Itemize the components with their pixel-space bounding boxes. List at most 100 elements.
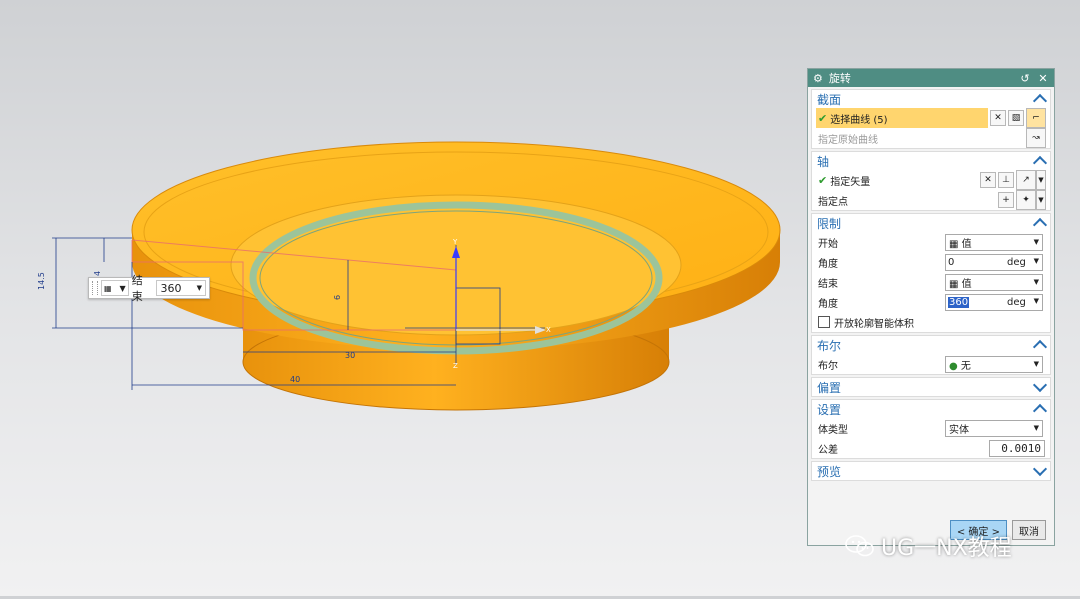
origin-curve-row[interactable]: 指定原始曲线 ↝ bbox=[812, 128, 1050, 148]
boolean-value: 无 bbox=[960, 360, 971, 372]
limits-header[interactable]: 限制 bbox=[812, 214, 1050, 233]
check-icon: ✔ bbox=[818, 111, 828, 125]
sketch-section-icon[interactable]: ▧ bbox=[1008, 110, 1024, 126]
point-dropdown[interactable]: ▼ bbox=[1036, 190, 1046, 210]
origin-curve-icon[interactable]: ↝ bbox=[1026, 128, 1046, 148]
chevron-up-icon[interactable] bbox=[1032, 93, 1048, 109]
select-curve-row[interactable]: ✔ 选择曲线 (5) bbox=[816, 108, 988, 128]
end-type-value: 值 bbox=[961, 278, 972, 290]
reverse-direction-icon[interactable]: ✕ bbox=[980, 172, 996, 188]
chevron-up-icon[interactable] bbox=[1032, 155, 1048, 171]
boolean-row: 布尔 ● 无 ▼ bbox=[812, 354, 1050, 374]
settings-title: 设置 bbox=[817, 402, 842, 417]
axis-title: 轴 bbox=[817, 154, 830, 169]
curve-rule-icon[interactable]: ✕ bbox=[990, 110, 1006, 126]
body-type-select[interactable]: 实体 ▼ bbox=[945, 419, 1043, 437]
section-header[interactable]: 截面 bbox=[812, 90, 1050, 109]
value-type-icon: ▦ bbox=[103, 283, 112, 293]
chevron-down-icon[interactable] bbox=[1032, 461, 1048, 477]
chevron-down-icon: ▼ bbox=[196, 284, 202, 292]
start-row: 开始 ▦ 值 ▼ bbox=[812, 232, 1050, 252]
end-angle-unit: deg bbox=[1007, 296, 1026, 308]
dim-height: 14.5 bbox=[37, 272, 46, 290]
start-angle-row: 角度 0 deg ▼ bbox=[812, 252, 1050, 272]
start-angle-unit: deg bbox=[1007, 256, 1026, 268]
origin-curve-label: 指定原始曲线 bbox=[818, 134, 878, 146]
tolerance-row: 公差 0.0010 bbox=[812, 438, 1050, 458]
watermark: UG一NX教程 bbox=[845, 530, 1012, 562]
chevron-down-icon[interactable]: ▼ bbox=[1034, 257, 1039, 268]
end-row: 结束 ▦ 值 ▼ bbox=[812, 272, 1050, 292]
chevron-down-icon[interactable]: ▼ bbox=[1034, 297, 1039, 308]
axis-label-y: Y bbox=[452, 238, 458, 246]
specify-vector-row[interactable]: ✔ 指定矢量 ✕ ⊥ ↗ ▼ bbox=[812, 170, 1050, 190]
axis-panel: 轴 ✔ 指定矢量 ✕ ⊥ ↗ ▼ 指定点 + ✦ ▼ bbox=[811, 151, 1051, 211]
offset-title: 偏置 bbox=[817, 380, 842, 395]
wechat-icon bbox=[845, 535, 874, 557]
end-value-field[interactable]: 360 ▼ bbox=[156, 280, 206, 296]
end-label: 结束 bbox=[131, 274, 143, 303]
boolean-select[interactable]: ● 无 ▼ bbox=[945, 355, 1043, 373]
reset-icon[interactable]: ↺ bbox=[1019, 72, 1031, 85]
drag-grip-icon[interactable] bbox=[92, 281, 98, 295]
check-icon: ✔ bbox=[818, 173, 828, 187]
end-type-select[interactable]: ▦ 值 ▼ bbox=[945, 273, 1043, 291]
value-type-icon: ▦ bbox=[949, 278, 959, 290]
body-type-row: 体类型 实体 ▼ bbox=[812, 418, 1050, 438]
onscreen-end-input[interactable]: ▦ ▼ 结束 360 ▼ bbox=[88, 274, 210, 303]
start-angle-field[interactable]: 0 deg ▼ bbox=[945, 253, 1043, 271]
axis-label-x: X bbox=[546, 326, 551, 334]
preview-title: 预览 bbox=[817, 464, 842, 479]
chevron-down-icon: ▼ bbox=[119, 283, 126, 293]
boolean-title: 布尔 bbox=[817, 338, 842, 353]
preview-header[interactable]: 预览 bbox=[812, 461, 1050, 480]
start-angle-value[interactable]: 0 bbox=[946, 257, 1004, 268]
dialog-titlebar[interactable]: ⚙ 旋转 ↺ ✕ bbox=[808, 69, 1054, 87]
vector-dialog-icon[interactable]: ⊥ bbox=[998, 172, 1014, 188]
start-type-select[interactable]: ▦ 值 ▼ bbox=[945, 233, 1043, 251]
chevron-down-icon: ▼ bbox=[1033, 238, 1039, 246]
select-curve-label: 选择曲线 (5) bbox=[830, 114, 888, 126]
body-type-value: 实体 bbox=[949, 424, 969, 436]
point-dialog-icon[interactable]: + bbox=[998, 192, 1014, 208]
curve-section-icon[interactable]: ⌐ bbox=[1026, 108, 1046, 128]
chevron-down-icon: ▼ bbox=[1033, 278, 1039, 286]
gear-icon: ⚙ bbox=[813, 71, 823, 85]
chevron-down-icon: ▼ bbox=[1033, 424, 1039, 432]
end-value: 360 bbox=[160, 281, 182, 295]
value-type-dropdown[interactable]: ▦ ▼ bbox=[100, 280, 129, 296]
vector-dropdown[interactable]: ▼ bbox=[1036, 170, 1046, 190]
dim-step: 4 bbox=[93, 271, 102, 276]
axis-header[interactable]: 轴 bbox=[812, 152, 1050, 171]
chevron-up-icon[interactable] bbox=[1032, 339, 1048, 355]
chevron-up-icon[interactable] bbox=[1032, 217, 1048, 233]
chevron-up-icon[interactable] bbox=[1032, 403, 1048, 419]
start-type-value: 值 bbox=[961, 238, 972, 250]
axis-label-z: Z bbox=[453, 362, 458, 370]
dim-depth: 6 bbox=[333, 295, 342, 300]
boolean-header[interactable]: 布尔 bbox=[812, 336, 1050, 355]
specify-point-row[interactable]: 指定点 + ✦ ▼ bbox=[812, 190, 1050, 210]
cancel-button[interactable]: 取消 bbox=[1012, 520, 1046, 540]
end-angle-value[interactable]: 360 bbox=[948, 296, 970, 308]
watermark-text: UG一NX教程 bbox=[881, 536, 1012, 561]
section-title: 截面 bbox=[817, 92, 842, 107]
section-panel: 截面 ✔ 选择曲线 (5) ✕ ▧ ⌐ 指定原始曲线 ↝ bbox=[811, 89, 1051, 149]
limits-title: 限制 bbox=[817, 216, 842, 231]
point-inferred-icon[interactable]: ✦ bbox=[1016, 190, 1036, 210]
offset-header[interactable]: 偏置 bbox=[812, 377, 1050, 396]
limits-panel: 限制 开始 ▦ 值 ▼ 角度 0 deg ▼ 结束 ▦ 值 ▼ 角度 360 d… bbox=[811, 213, 1051, 333]
vector-inferred-icon[interactable]: ↗ bbox=[1016, 170, 1036, 190]
open-profile-checkbox[interactable] bbox=[818, 316, 830, 328]
settings-header[interactable]: 设置 bbox=[812, 400, 1050, 419]
end-angle-row: 角度 360 deg ▼ bbox=[812, 292, 1050, 312]
close-icon[interactable]: ✕ bbox=[1037, 72, 1049, 85]
boolean-none-icon: ● bbox=[949, 360, 958, 372]
open-profile-row[interactable]: 开放轮廓智能体积 bbox=[812, 312, 1050, 332]
end-angle-field[interactable]: 360 deg ▼ bbox=[945, 293, 1043, 311]
tolerance-input[interactable]: 0.0010 bbox=[989, 439, 1045, 457]
dialog-title: 旋转 bbox=[828, 72, 851, 85]
boolean-panel: 布尔 布尔 ● 无 ▼ bbox=[811, 335, 1051, 375]
chevron-down-icon[interactable] bbox=[1032, 377, 1048, 393]
chevron-down-icon: ▼ bbox=[1033, 360, 1039, 368]
